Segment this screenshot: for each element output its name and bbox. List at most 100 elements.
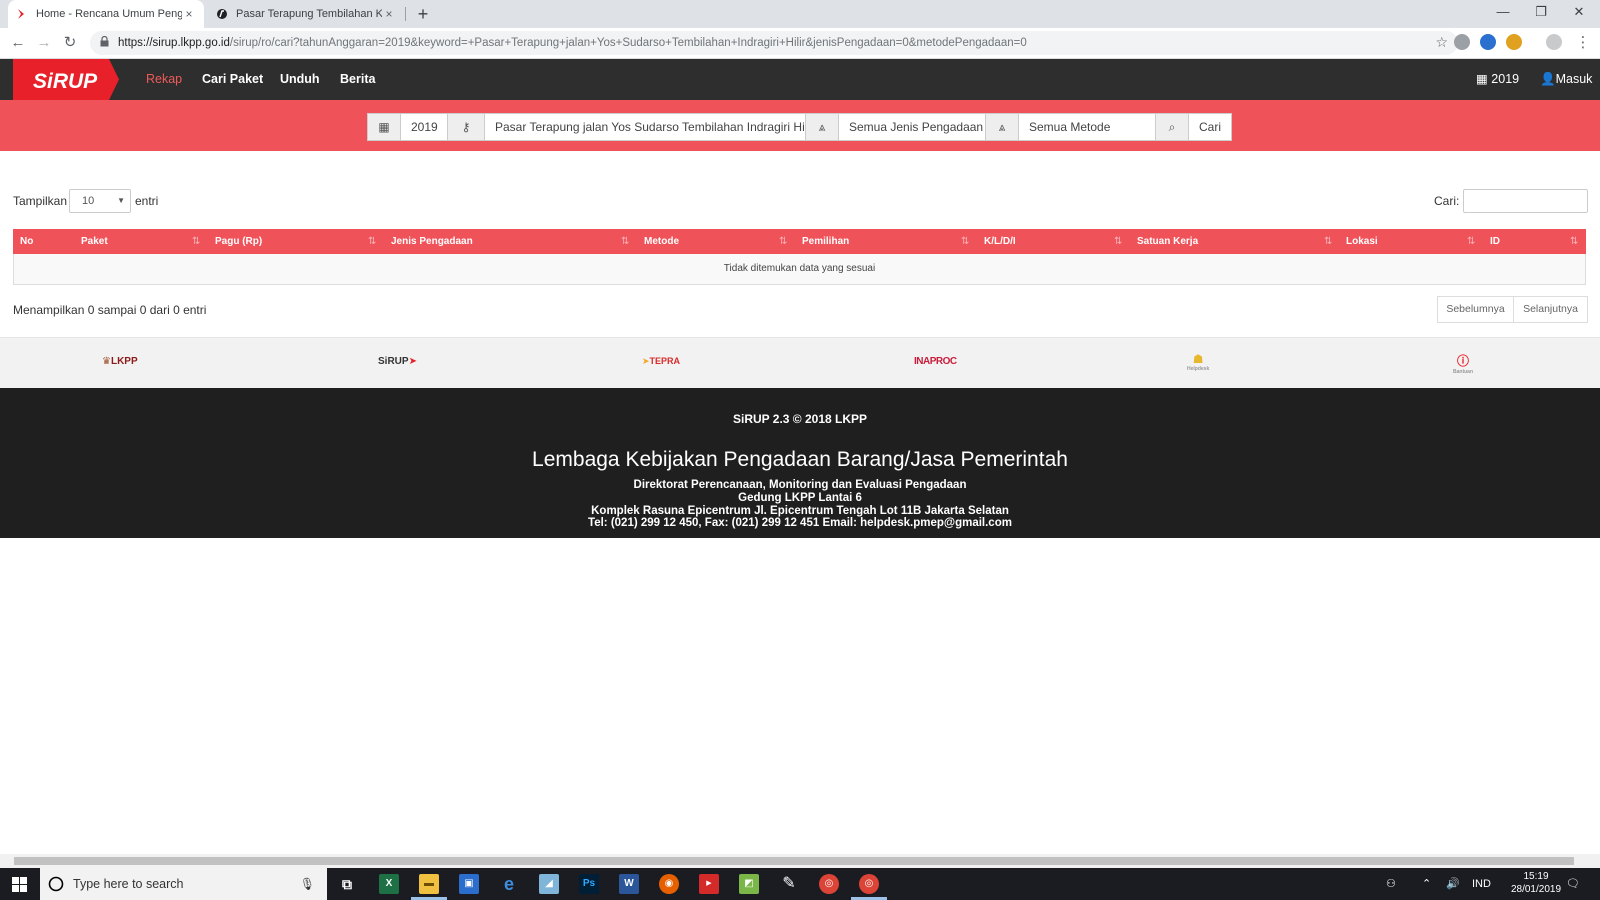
horizontal-scrollbar[interactable] bbox=[0, 854, 1600, 868]
minimize-button[interactable]: — bbox=[1484, 0, 1522, 24]
tepra-logo[interactable]: ➤TEPRA bbox=[642, 356, 680, 367]
chrome-active-icon[interactable]: ◎ bbox=[859, 874, 879, 894]
show-hidden-icons-chevron-up-icon[interactable]: ⌃ bbox=[1422, 868, 1431, 900]
col-pemilihan[interactable]: Pemilihan bbox=[802, 229, 849, 254]
sort-icon[interactable]: ⇅ bbox=[961, 229, 969, 254]
inaproc-logo[interactable]: INAPROC bbox=[914, 356, 957, 367]
empty-table-row: Tidak ditemukan data yang sesuai bbox=[13, 254, 1586, 285]
col-satuan-kerja[interactable]: Satuan Kerja bbox=[1137, 229, 1198, 254]
edge-icon[interactable]: e bbox=[499, 874, 519, 894]
word-icon[interactable]: W bbox=[619, 874, 639, 894]
maximize-button[interactable]: ❐ bbox=[1522, 0, 1560, 24]
bantuan-logo[interactable]: ⓘ Bantuan bbox=[1453, 352, 1473, 375]
language-indicator[interactable]: IND bbox=[1472, 868, 1491, 900]
col-paket[interactable]: Paket bbox=[81, 229, 108, 254]
tab-close-icon[interactable]: × bbox=[182, 7, 196, 21]
partner-logo-strip: ♛LKPP SiRUP➤ ➤TEPRA INAPROC ☗ Helpdesk ⓘ B… bbox=[0, 337, 1600, 388]
notifications-icon[interactable]: 🗨 bbox=[1566, 868, 1580, 900]
browser-tab-active[interactable]: Home - Rencana Umum Pengadaan × bbox=[8, 0, 204, 28]
col-jenis[interactable]: Jenis Pengadaan bbox=[391, 229, 473, 254]
forward-icon[interactable]: → bbox=[33, 32, 55, 54]
sort-icon[interactable]: ⇅ bbox=[1324, 229, 1332, 254]
file-explorer-icon[interactable]: ▬ bbox=[419, 874, 439, 894]
sort-icon[interactable]: ⇅ bbox=[1114, 229, 1122, 254]
question-icon: ⓘ bbox=[1456, 354, 1469, 368]
firefox-icon[interactable]: ◉ bbox=[659, 874, 679, 894]
video-app-icon[interactable]: ▶ bbox=[699, 874, 719, 894]
lkpp-logo[interactable]: ♛LKPP bbox=[102, 356, 138, 367]
tab-title: Pasar Terapung Tembilahan Kemiri bbox=[236, 8, 382, 20]
footer-line: Komplek Rasuna Epicentrum Jl. Epicentrum… bbox=[591, 505, 1009, 517]
tepra-icon: ➤ bbox=[642, 356, 650, 366]
user-icon: 👤 bbox=[1540, 72, 1556, 86]
excel-icon[interactable]: X bbox=[379, 874, 399, 894]
sort-icon[interactable]: ⇅ bbox=[1570, 229, 1578, 254]
col-kldi[interactable]: K/L/D/I bbox=[984, 229, 1016, 254]
col-metode[interactable]: Metode bbox=[644, 229, 679, 254]
tab-close-icon[interactable]: × bbox=[382, 7, 396, 21]
nav-berita[interactable]: Berita bbox=[340, 59, 375, 100]
footer-line: Gedung LKPP Lantai 6 bbox=[738, 492, 862, 504]
windows-start-icon[interactable] bbox=[12, 877, 27, 892]
app-icon[interactable]: ◢ bbox=[539, 874, 559, 894]
year-selector[interactable]: ▦ 2019 bbox=[1476, 59, 1519, 100]
show-label: Tampilkan bbox=[13, 194, 68, 208]
tab-separator bbox=[405, 7, 406, 21]
store-icon[interactable]: ▣ bbox=[459, 874, 479, 894]
helpdesk-logo[interactable]: ☗ Helpdesk bbox=[1187, 352, 1209, 372]
back-icon[interactable]: ← bbox=[7, 32, 29, 54]
search-label: Cari: bbox=[1434, 194, 1460, 208]
volume-icon[interactable]: 🔊 bbox=[1446, 868, 1460, 900]
microphone-icon[interactable]: 🎙 bbox=[300, 868, 315, 900]
next-button[interactable]: Selanjutnya bbox=[1513, 296, 1588, 323]
photoshop-icon[interactable]: Ps bbox=[579, 874, 599, 894]
search-button[interactable]: Cari bbox=[1188, 113, 1232, 141]
url-input[interactable]: https://sirup.lkpp.go.id/sirup/ro/cari?t… bbox=[90, 31, 1458, 55]
feather-app-icon[interactable]: ✎ bbox=[779, 874, 799, 894]
menu-dots-icon[interactable]: ⋮ bbox=[1572, 32, 1594, 54]
extension-globe-icon[interactable] bbox=[1454, 34, 1470, 50]
table-info: Menampilkan 0 sampai 0 dari 0 entri bbox=[13, 303, 207, 317]
nav-rekap[interactable]: Rekap bbox=[146, 59, 182, 100]
col-no[interactable]: No bbox=[20, 229, 33, 254]
gallery-icon[interactable]: ◩ bbox=[739, 874, 759, 894]
previous-button[interactable]: Sebelumnya bbox=[1437, 296, 1514, 323]
nav-unduh[interactable]: Unduh bbox=[280, 59, 320, 100]
col-id[interactable]: ID bbox=[1490, 229, 1500, 254]
nav-cari-paket[interactable]: Cari Paket bbox=[202, 59, 263, 100]
col-pagu[interactable]: Pagu (Rp) bbox=[215, 229, 262, 254]
scrollbar-thumb[interactable] bbox=[14, 857, 1574, 865]
browser-tab[interactable]: Pasar Terapung Tembilahan Kemiri × bbox=[208, 0, 404, 28]
reload-icon[interactable]: ↻ bbox=[59, 32, 81, 54]
jenis-pengadaan-select[interactable]: Semua Jenis Pengadaan bbox=[838, 113, 986, 141]
clock[interactable]: 15:19 28/01/2019 bbox=[1506, 870, 1566, 896]
chrome-icon[interactable]: ◎ bbox=[819, 874, 839, 894]
chevron-down-icon: ▼ bbox=[117, 196, 125, 205]
login-link[interactable]: 👤Masuk bbox=[1540, 59, 1592, 100]
close-window-button[interactable]: ✕ bbox=[1560, 0, 1598, 24]
extension-color-icon[interactable] bbox=[1506, 34, 1522, 50]
lock-icon bbox=[100, 36, 109, 47]
sort-icon[interactable]: ⇅ bbox=[621, 229, 629, 254]
footer-line: Direktorat Perencanaan, Monitoring dan E… bbox=[633, 479, 967, 491]
year-select[interactable]: 2019 bbox=[400, 113, 448, 141]
keyword-input[interactable]: Pasar Terapung jalan Yos Sudarso Tembila… bbox=[484, 113, 806, 141]
taskbar-search-box[interactable]: Type here to search 🎙 bbox=[40, 868, 327, 900]
page-size-select[interactable]: 10 ▼ bbox=[69, 189, 131, 213]
sort-icon[interactable]: ⇅ bbox=[1467, 229, 1475, 254]
profile-avatar[interactable] bbox=[1546, 34, 1562, 50]
search-icon[interactable]: ⌕ bbox=[1155, 113, 1189, 141]
new-tab-button[interactable]: + bbox=[412, 3, 434, 25]
sort-icon[interactable]: ⇅ bbox=[368, 229, 376, 254]
task-view-icon[interactable]: ⧉ bbox=[337, 874, 357, 894]
people-icon[interactable]: ⚇ bbox=[1386, 868, 1396, 900]
col-lokasi[interactable]: Lokasi bbox=[1346, 229, 1378, 254]
sirup-small-logo[interactable]: SiRUP➤ bbox=[378, 356, 417, 367]
metode-select[interactable]: Semua Metode bbox=[1018, 113, 1156, 141]
bookmark-star-icon[interactable]: ☆ bbox=[1435, 34, 1448, 51]
table-search-input[interactable] bbox=[1463, 189, 1588, 213]
sort-icon[interactable]: ⇅ bbox=[192, 229, 200, 254]
sirup-logo[interactable]: SiRUP bbox=[13, 59, 119, 100]
extension-user-icon[interactable] bbox=[1480, 34, 1496, 50]
sort-icon[interactable]: ⇅ bbox=[779, 229, 787, 254]
